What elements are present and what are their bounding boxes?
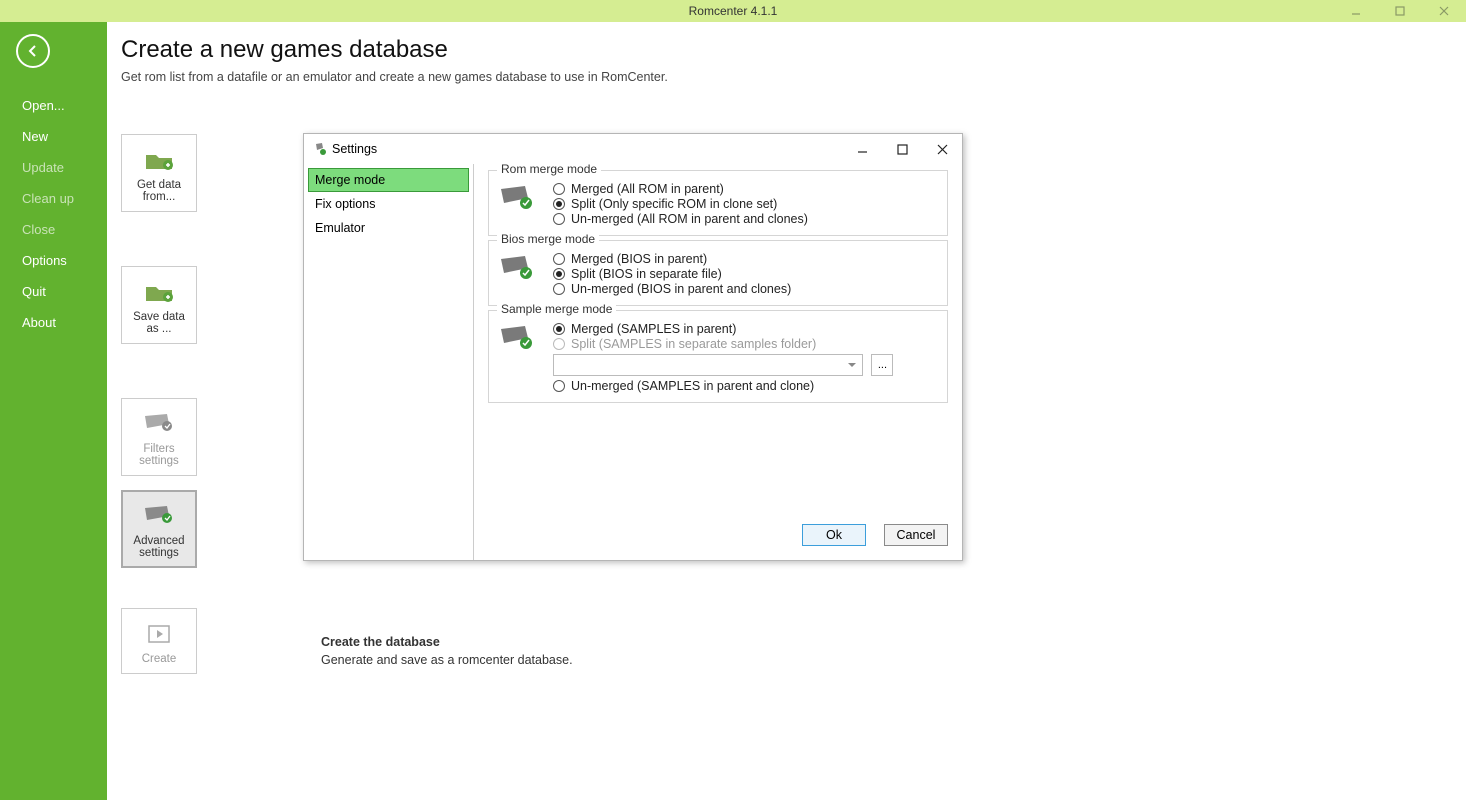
create-desc-title: Create the database xyxy=(321,635,573,649)
tile-label: Get data xyxy=(126,179,192,191)
settings-icon xyxy=(312,142,326,156)
radio-label: Merged (All ROM in parent) xyxy=(571,182,724,196)
radio-rom-split[interactable]: Split (Only specific ROM in clone set) xyxy=(553,197,937,211)
radio-label: Merged (BIOS in parent) xyxy=(571,252,707,266)
close-button[interactable] xyxy=(1422,0,1466,22)
tile-get-data[interactable]: Get data from... xyxy=(121,134,197,212)
settings-dialog: Settings Merge mode Fix options Emulator… xyxy=(303,133,963,561)
tile-label: Filters xyxy=(126,443,192,455)
sidebar-item-about[interactable]: About xyxy=(0,307,107,338)
sidebar-item-options[interactable]: Options xyxy=(0,245,107,276)
browse-button[interactable]: ... xyxy=(871,354,893,376)
radio-sample-unmerged[interactable]: Un-merged (SAMPLES in parent and clone) xyxy=(553,379,937,393)
group-legend: Sample merge mode xyxy=(497,302,616,316)
app-title: Romcenter 4.1.1 xyxy=(689,4,778,18)
create-description: Create the database Generate and save as… xyxy=(321,635,573,667)
group-rom-merge: Rom merge mode Merged (All ROM in parent… xyxy=(488,170,948,236)
tile-advanced[interactable]: Advanced settings xyxy=(121,490,197,568)
drive-plus-icon xyxy=(497,185,533,211)
sidebar-item-new[interactable]: New xyxy=(0,121,107,152)
tile-label: from... xyxy=(126,191,192,203)
radio-bios-merged[interactable]: Merged (BIOS in parent) xyxy=(553,252,937,266)
dialog-titlebar[interactable]: Settings xyxy=(304,134,962,164)
radio-label: Merged (SAMPLES in parent) xyxy=(571,322,736,336)
radio-bios-split[interactable]: Split (BIOS in separate file) xyxy=(553,267,937,281)
drive-plus-icon xyxy=(497,325,533,351)
app-titlebar: Romcenter 4.1.1 xyxy=(0,0,1466,22)
tile-create[interactable]: Create xyxy=(121,608,197,674)
radio-label: Split (Only specific ROM in clone set) xyxy=(571,197,777,211)
radio-sample-split[interactable]: Split (SAMPLES in separate samples folde… xyxy=(553,337,937,351)
tile-label: Create xyxy=(126,653,192,665)
page-header: Create a new games database Get rom list… xyxy=(107,22,1466,92)
nav-merge-mode[interactable]: Merge mode xyxy=(308,168,469,192)
sidebar-item-open[interactable]: Open... xyxy=(0,90,107,121)
radio-rom-merged[interactable]: Merged (All ROM in parent) xyxy=(553,182,937,196)
folder-plus-icon xyxy=(126,277,192,307)
radio-bios-unmerged[interactable]: Un-merged (BIOS in parent and clones) xyxy=(553,282,937,296)
group-sample-merge: Sample merge mode Merged (SAMPLES in par… xyxy=(488,310,948,403)
create-desc-text: Generate and save as a romcenter databas… xyxy=(321,653,573,667)
group-bios-merge: Bios merge mode Merged (BIOS in parent) … xyxy=(488,240,948,306)
back-button[interactable] xyxy=(16,34,50,68)
dialog-maximize-button[interactable] xyxy=(882,134,922,164)
sidebar: Open... New Update Clean up Close Option… xyxy=(0,22,107,800)
nav-emulator[interactable]: Emulator xyxy=(308,216,469,240)
dialog-nav: Merge mode Fix options Emulator xyxy=(304,164,474,560)
drive-check-icon xyxy=(126,409,192,439)
radio-label: Split (BIOS in separate file) xyxy=(571,267,722,281)
radio-rom-unmerged[interactable]: Un-merged (All ROM in parent and clones) xyxy=(553,212,937,226)
page-subtitle: Get rom list from a datafile or an emula… xyxy=(121,70,1452,84)
drive-check-icon xyxy=(126,501,192,531)
content-area: Create a new games database Get rom list… xyxy=(107,22,1466,800)
radio-sample-merged[interactable]: Merged (SAMPLES in parent) xyxy=(553,322,937,336)
dialog-main: Rom merge mode Merged (All ROM in parent… xyxy=(474,164,962,560)
page-title: Create a new games database xyxy=(121,36,1452,64)
sidebar-item-close: Close xyxy=(0,214,107,245)
sidebar-item-update: Update xyxy=(0,152,107,183)
dialog-minimize-button[interactable] xyxy=(842,134,882,164)
cancel-button[interactable]: Cancel xyxy=(884,524,948,546)
tile-save-data[interactable]: Save data as ... xyxy=(121,266,197,344)
radio-label: Split (SAMPLES in separate samples folde… xyxy=(571,337,816,351)
minimize-button[interactable] xyxy=(1334,0,1378,22)
dialog-close-button[interactable] xyxy=(922,134,962,164)
folder-plus-icon xyxy=(126,145,192,175)
tile-label: settings xyxy=(126,455,192,467)
sidebar-item-cleanup: Clean up xyxy=(0,183,107,214)
tile-label: Save data xyxy=(126,311,192,323)
maximize-button[interactable] xyxy=(1378,0,1422,22)
wizard-steps: Get data from... Save data as ... Filter… xyxy=(121,134,197,728)
sidebar-item-quit[interactable]: Quit xyxy=(0,276,107,307)
group-legend: Rom merge mode xyxy=(497,162,601,176)
radio-label: Un-merged (All ROM in parent and clones) xyxy=(571,212,808,226)
tile-label: settings xyxy=(126,547,192,559)
window-buttons xyxy=(1334,0,1466,22)
radio-label: Un-merged (SAMPLES in parent and clone) xyxy=(571,379,814,393)
ok-button[interactable]: Ok xyxy=(802,524,866,546)
nav-fix-options[interactable]: Fix options xyxy=(308,192,469,216)
drive-plus-icon xyxy=(497,255,533,281)
dialog-title: Settings xyxy=(332,142,377,156)
tile-label: as ... xyxy=(126,323,192,335)
tile-label: Advanced xyxy=(126,535,192,547)
radio-label: Un-merged (BIOS in parent and clones) xyxy=(571,282,791,296)
sample-folder-combo[interactable] xyxy=(553,354,863,376)
group-legend: Bios merge mode xyxy=(497,232,599,246)
tile-filters[interactable]: Filters settings xyxy=(121,398,197,476)
play-icon xyxy=(126,619,192,649)
